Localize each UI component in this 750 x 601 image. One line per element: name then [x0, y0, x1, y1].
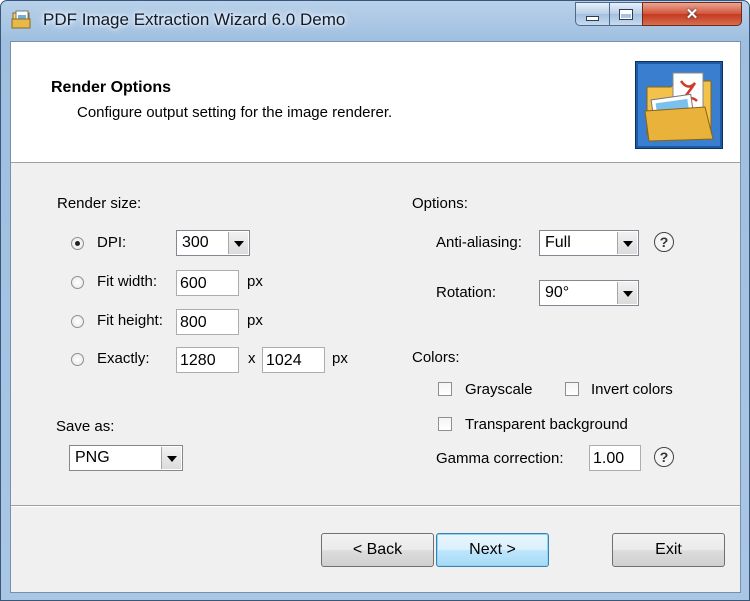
grayscale-checkbox[interactable]: [438, 382, 452, 396]
fit-height-input[interactable]: 800: [176, 309, 239, 335]
dpi-value: 300: [182, 234, 209, 251]
gamma-label: Gamma correction:: [436, 450, 564, 467]
save-as-select[interactable]: PNG: [69, 445, 183, 471]
help-icon[interactable]: ?: [654, 232, 674, 252]
fit-width-unit: px: [247, 273, 263, 290]
close-button[interactable]: ✕: [642, 2, 742, 26]
exact-separator: x: [248, 350, 256, 367]
wizard-client-area: Render Options Configure output setting …: [10, 41, 741, 593]
fit-width-label[interactable]: Fit width:: [97, 273, 157, 290]
next-button[interactable]: Next >: [436, 533, 549, 567]
wizard-window: PDF Image Extraction Wizard 6.0 Demo ✕ R…: [0, 0, 750, 601]
exact-height-input[interactable]: 1024: [262, 347, 325, 373]
rotation-select[interactable]: 90°: [539, 280, 639, 306]
folder-pdf-image-icon: [635, 61, 723, 149]
anti-aliasing-label: Anti-aliasing:: [436, 234, 522, 251]
footer-separator: [11, 505, 740, 507]
maximize-button[interactable]: [609, 2, 643, 26]
minimize-button[interactable]: [575, 2, 610, 26]
maximize-icon: [619, 8, 633, 20]
save-as-value: PNG: [75, 449, 110, 466]
dpi-label[interactable]: DPI:: [97, 234, 126, 251]
render-size-label: Render size:: [57, 195, 142, 212]
chevron-down-icon[interactable]: [617, 232, 637, 254]
window-title: PDF Image Extraction Wizard 6.0 Demo: [43, 10, 346, 29]
anti-aliasing-select[interactable]: Full: [539, 230, 639, 256]
chevron-down-icon[interactable]: [161, 447, 181, 469]
grayscale-label[interactable]: Grayscale: [465, 381, 533, 398]
gamma-input[interactable]: 1.00: [589, 445, 641, 471]
chevron-down-icon[interactable]: [617, 282, 637, 304]
rotation-value: 90°: [545, 284, 570, 301]
anti-aliasing-value: Full: [545, 234, 571, 251]
app-wizard-icon: [11, 10, 31, 29]
exactly-radio[interactable]: [71, 353, 84, 366]
close-icon: ✕: [685, 6, 699, 23]
fit-height-unit: px: [247, 312, 263, 329]
dpi-select[interactable]: 300: [176, 230, 250, 256]
invert-colors-label[interactable]: Invert colors: [591, 381, 673, 398]
minimize-icon: [586, 15, 599, 21]
dpi-radio[interactable]: [71, 237, 84, 250]
wizard-header: Render Options Configure output setting …: [11, 42, 740, 163]
help-icon[interactable]: ?: [654, 447, 674, 467]
back-button[interactable]: < Back: [321, 533, 434, 567]
options-label: Options:: [412, 195, 468, 212]
exit-button[interactable]: Exit: [612, 533, 725, 567]
save-as-label: Save as:: [56, 418, 115, 435]
page-subtitle: Configure output setting for the image r…: [77, 104, 393, 121]
invert-colors-checkbox[interactable]: [565, 382, 579, 396]
transparent-background-checkbox[interactable]: [438, 417, 452, 431]
exact-width-input[interactable]: 1280: [176, 347, 239, 373]
exactly-label[interactable]: Exactly:: [97, 350, 150, 367]
page-title: Render Options: [51, 79, 172, 96]
fit-width-input[interactable]: 600: [176, 270, 239, 296]
exact-unit: px: [332, 350, 348, 367]
fit-height-label[interactable]: Fit height:: [97, 312, 163, 329]
title-bar[interactable]: PDF Image Extraction Wizard 6.0 Demo ✕: [1, 1, 749, 41]
fit-height-radio[interactable]: [71, 315, 84, 328]
fit-width-radio[interactable]: [71, 276, 84, 289]
transparent-background-label[interactable]: Transparent background: [465, 416, 628, 433]
colors-label: Colors:: [412, 349, 460, 366]
chevron-down-icon[interactable]: [228, 232, 248, 254]
rotation-label: Rotation:: [436, 284, 497, 301]
